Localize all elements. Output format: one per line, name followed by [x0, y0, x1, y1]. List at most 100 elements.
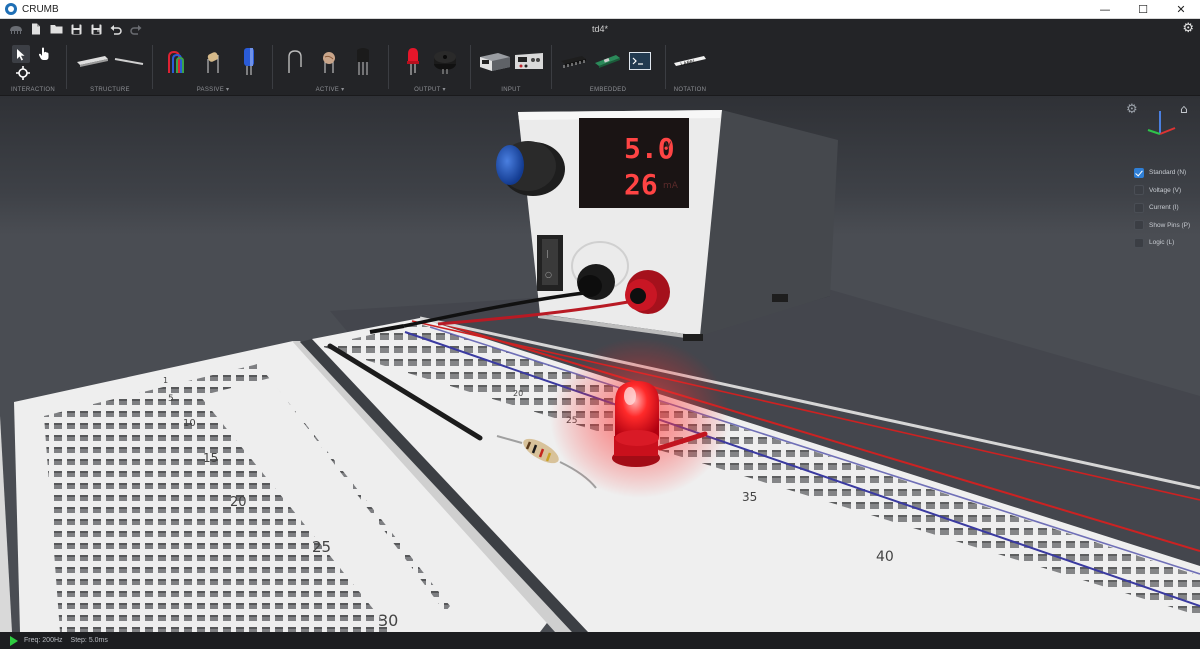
new-file-icon[interactable] — [26, 19, 46, 39]
row-number: 40 — [876, 549, 894, 565]
arduino-board-tool-icon[interactable] — [591, 44, 623, 78]
row-number: 25 — [312, 538, 331, 556]
component-toolbar: INTERACTION STRUCTURE PASSIVE ▾ ACTIVE ▾… — [0, 39, 1200, 96]
standard-checkbox[interactable] — [1134, 167, 1144, 178]
view-option-label: Current (I) — [1149, 204, 1179, 212]
brand-icon — [6, 19, 26, 39]
row-number: 10 — [183, 418, 196, 429]
status-bar: Freq: 200Hz Step: 5.0ms — [0, 632, 1200, 649]
save-icon[interactable] — [66, 19, 86, 39]
input-label: INPUT — [501, 87, 521, 93]
toolbar-divider — [551, 45, 552, 89]
row-number: 35 — [742, 490, 757, 504]
logic-checkbox[interactable] — [1134, 237, 1144, 248]
embedded-label: EMBEDDED — [589, 87, 627, 93]
row-number: 15 — [203, 451, 218, 465]
power-supply-tool-icon[interactable] — [478, 44, 512, 78]
transistor-tool-icon[interactable] — [348, 44, 378, 78]
view-option-show-pins[interactable]: Show Pins (P) — [1134, 217, 1190, 235]
passive-dropdown-label[interactable]: PASSIVE ▾ — [156, 86, 270, 93]
undo-icon[interactable] — [106, 19, 126, 39]
maximize-button[interactable]: ☐ — [1124, 0, 1162, 19]
capacitor-tool-icon[interactable] — [234, 44, 264, 78]
play-icon[interactable] — [10, 635, 18, 646]
view-option-voltage[interactable]: Voltage (V) — [1134, 182, 1190, 200]
active-group: ACTIVE ▾ — [276, 39, 384, 96]
redo-icon[interactable] — [126, 19, 146, 39]
interaction-group: INTERACTION — [0, 39, 66, 96]
structure-group: STRUCTURE — [70, 39, 150, 96]
frequency-readout: Freq: 200Hz — [24, 637, 63, 644]
label-tool-text: LABEL — [680, 59, 697, 68]
interaction-label: INTERACTION — [11, 87, 55, 93]
power-switch[interactable]: ○ | — [537, 235, 563, 291]
passive-group: PASSIVE ▾ — [156, 39, 270, 96]
toolbar-divider — [470, 45, 471, 89]
step-readout: Step: 5.0ms — [70, 637, 108, 644]
jumper-wires-icon[interactable] — [162, 44, 192, 78]
photoresistor-tool-icon[interactable] — [314, 44, 344, 78]
title-bar: CRUMB — ☐ ✕ — [0, 0, 1200, 19]
label-tool-icon[interactable]: LABEL — [672, 44, 708, 78]
diode-tool-icon[interactable] — [280, 44, 310, 78]
window-controls: — ☐ ✕ — [1086, 0, 1200, 19]
structure-label: STRUCTURE — [90, 87, 130, 93]
voltage-unit: V — [665, 141, 672, 151]
notation-group: LABEL NOTATION — [668, 39, 712, 96]
toolbar-divider — [272, 45, 273, 89]
minimize-button[interactable]: — — [1086, 0, 1124, 19]
notation-label: NOTATION — [673, 87, 707, 93]
view-settings-gear-icon[interactable]: ⚙ — [1126, 102, 1138, 117]
wire-tool-icon[interactable] — [112, 44, 146, 78]
breadboard-tool-icon[interactable] — [74, 44, 110, 78]
terminal-console-icon[interactable] — [627, 44, 653, 78]
current-checkbox[interactable] — [1134, 202, 1144, 213]
row-number: 30 — [378, 611, 398, 630]
menu-bar: td4* ⚙ — [0, 19, 1200, 39]
document-title: td4* — [591, 24, 608, 34]
output-dropdown-label[interactable]: OUTPUT ▾ — [392, 86, 468, 93]
close-button[interactable]: ✕ — [1162, 0, 1200, 19]
hand-pointer-icon[interactable] — [35, 45, 53, 63]
buzzer-tool-icon[interactable] — [430, 44, 460, 78]
crumb-app: CRUMB — ☐ ✕ td4* ⚙ INTERACTION STRUCTURE… — [0, 0, 1200, 649]
app-title: CRUMB — [22, 3, 59, 15]
select-arrow-icon[interactable] — [12, 45, 30, 63]
svg-text:○: ○ — [545, 270, 552, 279]
view-option-standard[interactable]: Standard (N) — [1134, 164, 1190, 182]
3d-viewport[interactable]: 5.0 V 26 mA ○ | 1 5 10 15 20 25 30 20 35… — [0, 96, 1200, 632]
open-folder-icon[interactable] — [46, 19, 66, 39]
toolbar-divider — [152, 45, 153, 89]
output-group: OUTPUT ▾ — [392, 39, 468, 96]
row-number: 20 — [513, 389, 523, 398]
show-pins-checkbox[interactable] — [1134, 220, 1144, 231]
view-option-label: Logic (L) — [1149, 239, 1175, 247]
app-settings-gear-icon[interactable]: ⚙ — [1182, 21, 1194, 36]
view-option-label: Voltage (V) — [1149, 186, 1182, 194]
toolbar-divider — [388, 45, 389, 89]
save-as-icon[interactable] — [86, 19, 106, 39]
voltage-checkbox[interactable] — [1134, 185, 1144, 196]
embedded-group: EMBEDDED — [555, 39, 661, 96]
input-group: INPUT — [474, 39, 548, 96]
home-view-icon[interactable]: ⌂ — [1180, 102, 1188, 116]
view-option-label: Standard (N) — [1149, 169, 1187, 177]
ic-chip-tool-icon[interactable] — [557, 44, 589, 78]
current-unit: mA — [663, 181, 679, 191]
view-option-logic[interactable]: Logic (L) — [1134, 234, 1190, 252]
power-supply-model[interactable]: 5.0 V 26 mA ○ | — [496, 110, 838, 341]
active-dropdown-label[interactable]: ACTIVE ▾ — [276, 86, 384, 93]
row-number: 20 — [230, 495, 247, 510]
current-readout: 26 — [624, 168, 658, 201]
view-option-label: Show Pins (P) — [1149, 221, 1191, 229]
led-component[interactable] — [550, 338, 730, 498]
led-tool-icon[interactable] — [398, 44, 428, 78]
row-number: 1 — [163, 376, 168, 385]
svg-text:|: | — [546, 249, 549, 258]
probe-target-icon[interactable] — [12, 64, 34, 82]
view-option-current[interactable]: Current (I) — [1134, 199, 1190, 217]
function-generator-tool-icon[interactable] — [512, 44, 546, 78]
app-logo-icon — [5, 3, 17, 15]
resistor-tool-icon[interactable] — [198, 44, 228, 78]
scene-canvas: 5.0 V 26 mA ○ | 1 5 10 15 20 25 30 20 35… — [0, 96, 1200, 632]
